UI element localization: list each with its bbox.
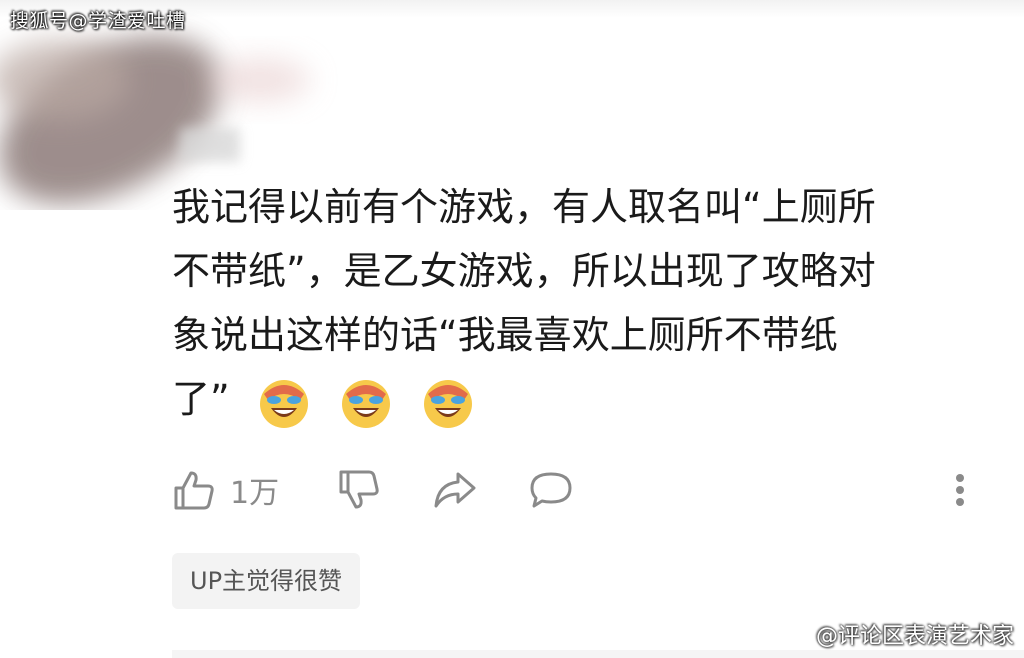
crying-laughing-emoji-icon <box>259 379 308 428</box>
bottom-divider <box>172 650 1024 658</box>
comment-line: 我记得以前有个游戏，有人取名叫“上厕所 <box>172 185 876 229</box>
like-button[interactable]: 1万 <box>172 462 279 518</box>
watermark-weibo: @评论区表演艺术家 <box>776 618 1014 650</box>
watermark-source: 搜狐号@学渣爱吐槽 <box>10 10 186 32</box>
like-count: 1万 <box>230 476 280 511</box>
share-button[interactable] <box>432 462 478 518</box>
comment-line: 不带纸”，是乙女游戏，所以出现了攻略对 <box>172 249 876 293</box>
watermark-handle: @评论区表演艺术家 <box>815 624 1014 649</box>
more-options-button[interactable] <box>950 462 970 518</box>
thumbs-up-icon <box>174 471 214 510</box>
comment-icon <box>530 472 572 508</box>
more-icon <box>956 474 964 506</box>
comment-text: 我记得以前有个游戏，有人取名叫“上厕所 不带纸”，是乙女游戏，所以出现了攻略对 … <box>172 175 972 431</box>
comment-line: 象说出这样的话“我最喜欢上厕所不带纸 <box>172 313 838 357</box>
up-liked-badge: UP主觉得很赞 <box>172 553 361 609</box>
comment-action-bar: 1万 <box>172 462 972 522</box>
dislike-button[interactable] <box>337 462 381 518</box>
thumbs-down-icon <box>339 470 379 509</box>
comment-line-last: 了” <box>172 367 972 431</box>
share-icon <box>434 472 476 508</box>
comment-line: 了” <box>172 377 230 421</box>
crying-laughing-emoji-icon <box>341 379 390 428</box>
comment-screenshot: 搜狐号@学渣爱吐槽 我记得以前有个游戏，有人取名叫“上厕所 不带纸”，是乙女游戏… <box>0 0 1024 658</box>
crying-laughing-emoji-icon <box>423 379 472 428</box>
reply-button[interactable] <box>528 462 574 518</box>
weibo-icon <box>776 622 809 648</box>
